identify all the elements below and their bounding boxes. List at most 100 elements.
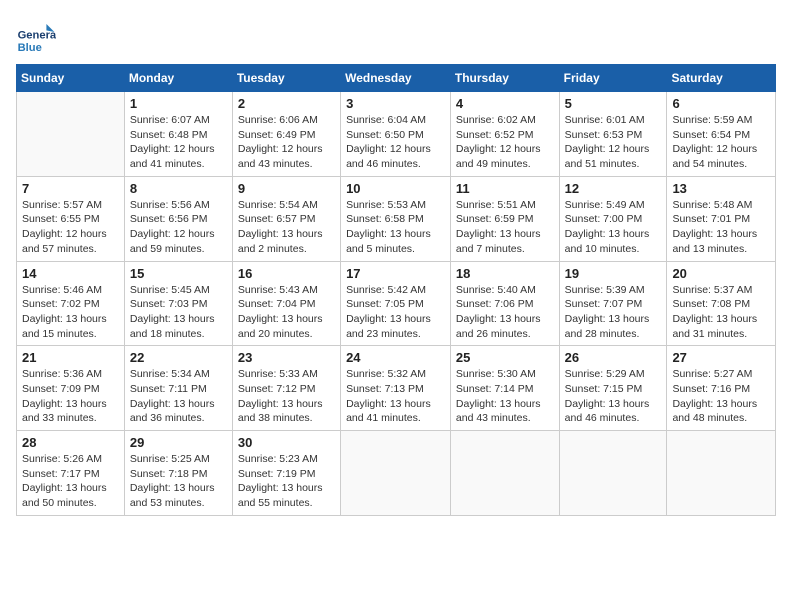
day-number: 30 xyxy=(238,435,335,450)
day-number: 9 xyxy=(238,181,335,196)
day-number: 28 xyxy=(22,435,119,450)
calendar-cell: 15 Sunrise: 5:45 AM Sunset: 7:03 PM Dayli… xyxy=(124,261,232,346)
day-info: Sunrise: 5:23 AM Sunset: 7:19 PM Dayligh… xyxy=(238,452,335,511)
day-number: 21 xyxy=(22,350,119,365)
day-info: Sunrise: 6:01 AM Sunset: 6:53 PM Dayligh… xyxy=(565,113,662,172)
calendar-cell: 13 Sunrise: 5:48 AM Sunset: 7:01 PM Dayli… xyxy=(667,176,776,261)
calendar-cell: 25Sunrise: 5:30 AM Sunset: 7:14 PM Dayli… xyxy=(450,346,559,431)
logo-svg: General Blue xyxy=(16,16,56,56)
col-header-monday: Monday xyxy=(124,65,232,92)
day-number: 22 xyxy=(130,350,227,365)
svg-text:Blue: Blue xyxy=(18,42,42,54)
day-number: 29 xyxy=(130,435,227,450)
day-number: 14 xyxy=(22,266,119,281)
day-number: 18 xyxy=(456,266,554,281)
calendar-cell: 7 Sunrise: 5:57 AM Sunset: 6:55 PM Daylig… xyxy=(17,176,125,261)
calendar-cell: 14 Sunrise: 5:46 AM Sunset: 7:02 PM Dayli… xyxy=(17,261,125,346)
day-number: 19 xyxy=(565,266,662,281)
calendar-cell: 6Sunrise: 5:59 AM Sunset: 6:54 PM Daylig… xyxy=(667,92,776,177)
col-header-saturday: Saturday xyxy=(667,65,776,92)
calendar-cell: 8 Sunrise: 5:56 AM Sunset: 6:56 PM Daylig… xyxy=(124,176,232,261)
day-number: 13 xyxy=(672,181,770,196)
day-info: Sunrise: 5:39 AM Sunset: 7:07 PM Dayligh… xyxy=(565,283,662,342)
day-info: Sunrise: 5:49 AM Sunset: 7:00 PM Dayligh… xyxy=(565,198,662,257)
day-info: Sunrise: 5:25 AM Sunset: 7:18 PM Dayligh… xyxy=(130,452,227,511)
day-info: Sunrise: 5:29 AM Sunset: 7:15 PM Dayligh… xyxy=(565,367,662,426)
day-info: Sunrise: 5:36 AM Sunset: 7:09 PM Dayligh… xyxy=(22,367,119,426)
col-header-sunday: Sunday xyxy=(17,65,125,92)
day-number: 27 xyxy=(672,350,770,365)
calendar-cell: 23Sunrise: 5:33 AM Sunset: 7:12 PM Dayli… xyxy=(232,346,340,431)
calendar-header-row: SundayMondayTuesdayWednesdayThursdayFrid… xyxy=(17,65,776,92)
day-info: Sunrise: 5:56 AM Sunset: 6:56 PM Dayligh… xyxy=(130,198,227,257)
col-header-tuesday: Tuesday xyxy=(232,65,340,92)
day-info: Sunrise: 5:51 AM Sunset: 6:59 PM Dayligh… xyxy=(456,198,554,257)
logo: General Blue xyxy=(16,16,60,56)
day-info: Sunrise: 5:53 AM Sunset: 6:58 PM Dayligh… xyxy=(346,198,445,257)
calendar-cell: 4 Sunrise: 6:02 AM Sunset: 6:52 PM Daylig… xyxy=(450,92,559,177)
day-info: Sunrise: 5:57 AM Sunset: 6:55 PM Dayligh… xyxy=(22,198,119,257)
day-info: Sunrise: 5:32 AM Sunset: 7:13 PM Dayligh… xyxy=(346,367,445,426)
day-number: 26 xyxy=(565,350,662,365)
calendar-cell: 3 Sunrise: 6:04 AM Sunset: 6:50 PM Daylig… xyxy=(341,92,451,177)
day-info: Sunrise: 5:42 AM Sunset: 7:05 PM Dayligh… xyxy=(346,283,445,342)
day-info: Sunrise: 5:54 AM Sunset: 6:57 PM Dayligh… xyxy=(238,198,335,257)
day-number: 3 xyxy=(346,96,445,111)
day-number: 12 xyxy=(565,181,662,196)
day-info: Sunrise: 5:37 AM Sunset: 7:08 PM Dayligh… xyxy=(672,283,770,342)
day-info: Sunrise: 6:02 AM Sunset: 6:52 PM Dayligh… xyxy=(456,113,554,172)
day-info: Sunrise: 5:43 AM Sunset: 7:04 PM Dayligh… xyxy=(238,283,335,342)
calendar-week-row: 1 Sunrise: 6:07 AM Sunset: 6:48 PM Daylig… xyxy=(17,92,776,177)
calendar-cell: 26 Sunrise: 5:29 AM Sunset: 7:15 PM Dayli… xyxy=(559,346,667,431)
day-info: Sunrise: 5:26 AM Sunset: 7:17 PM Dayligh… xyxy=(22,452,119,511)
day-info: Sunrise: 5:46 AM Sunset: 7:02 PM Dayligh… xyxy=(22,283,119,342)
calendar-cell: 12 Sunrise: 5:49 AM Sunset: 7:00 PM Dayli… xyxy=(559,176,667,261)
calendar-week-row: 7 Sunrise: 5:57 AM Sunset: 6:55 PM Daylig… xyxy=(17,176,776,261)
day-number: 20 xyxy=(672,266,770,281)
calendar-cell xyxy=(341,431,451,516)
calendar-cell: 11 Sunrise: 5:51 AM Sunset: 6:59 PM Dayli… xyxy=(450,176,559,261)
calendar-table: SundayMondayTuesdayWednesdayThursdayFrid… xyxy=(16,64,776,516)
calendar-cell: 5 Sunrise: 6:01 AM Sunset: 6:53 PM Daylig… xyxy=(559,92,667,177)
calendar-cell xyxy=(17,92,125,177)
calendar-cell: 2Sunrise: 6:06 AM Sunset: 6:49 PM Daylig… xyxy=(232,92,340,177)
day-number: 7 xyxy=(22,181,119,196)
calendar-week-row: 14 Sunrise: 5:46 AM Sunset: 7:02 PM Dayli… xyxy=(17,261,776,346)
day-number: 5 xyxy=(565,96,662,111)
day-number: 11 xyxy=(456,181,554,196)
day-info: Sunrise: 5:27 AM Sunset: 7:16 PM Dayligh… xyxy=(672,367,770,426)
calendar-week-row: 28 Sunrise: 5:26 AM Sunset: 7:17 PM Dayli… xyxy=(17,431,776,516)
calendar-cell: 17Sunrise: 5:42 AM Sunset: 7:05 PM Dayli… xyxy=(341,261,451,346)
day-number: 24 xyxy=(346,350,445,365)
day-number: 15 xyxy=(130,266,227,281)
day-number: 4 xyxy=(456,96,554,111)
calendar-cell: 10Sunrise: 5:53 AM Sunset: 6:58 PM Dayli… xyxy=(341,176,451,261)
calendar-cell: 18 Sunrise: 5:40 AM Sunset: 7:06 PM Dayli… xyxy=(450,261,559,346)
calendar-cell: 24 Sunrise: 5:32 AM Sunset: 7:13 PM Dayli… xyxy=(341,346,451,431)
calendar-cell: 1 Sunrise: 6:07 AM Sunset: 6:48 PM Daylig… xyxy=(124,92,232,177)
col-header-thursday: Thursday xyxy=(450,65,559,92)
calendar-cell xyxy=(559,431,667,516)
calendar-cell xyxy=(450,431,559,516)
day-number: 8 xyxy=(130,181,227,196)
calendar-cell: 16Sunrise: 5:43 AM Sunset: 7:04 PM Dayli… xyxy=(232,261,340,346)
day-info: Sunrise: 6:07 AM Sunset: 6:48 PM Dayligh… xyxy=(130,113,227,172)
day-info: Sunrise: 5:48 AM Sunset: 7:01 PM Dayligh… xyxy=(672,198,770,257)
day-info: Sunrise: 6:06 AM Sunset: 6:49 PM Dayligh… xyxy=(238,113,335,172)
day-number: 1 xyxy=(130,96,227,111)
col-header-friday: Friday xyxy=(559,65,667,92)
day-info: Sunrise: 5:45 AM Sunset: 7:03 PM Dayligh… xyxy=(130,283,227,342)
calendar-cell: 20 Sunrise: 5:37 AM Sunset: 7:08 PM Dayli… xyxy=(667,261,776,346)
day-info: Sunrise: 6:04 AM Sunset: 6:50 PM Dayligh… xyxy=(346,113,445,172)
page-header: General Blue xyxy=(16,16,776,56)
calendar-cell: 27 Sunrise: 5:27 AM Sunset: 7:16 PM Dayli… xyxy=(667,346,776,431)
calendar-cell: 30 Sunrise: 5:23 AM Sunset: 7:19 PM Dayli… xyxy=(232,431,340,516)
day-info: Sunrise: 5:33 AM Sunset: 7:12 PM Dayligh… xyxy=(238,367,335,426)
calendar-cell: 28 Sunrise: 5:26 AM Sunset: 7:17 PM Dayli… xyxy=(17,431,125,516)
day-info: Sunrise: 5:34 AM Sunset: 7:11 PM Dayligh… xyxy=(130,367,227,426)
day-info: Sunrise: 5:30 AM Sunset: 7:14 PM Dayligh… xyxy=(456,367,554,426)
calendar-cell: 29 Sunrise: 5:25 AM Sunset: 7:18 PM Dayli… xyxy=(124,431,232,516)
svg-text:General: General xyxy=(18,29,56,41)
calendar-cell xyxy=(667,431,776,516)
day-info: Sunrise: 5:40 AM Sunset: 7:06 PM Dayligh… xyxy=(456,283,554,342)
